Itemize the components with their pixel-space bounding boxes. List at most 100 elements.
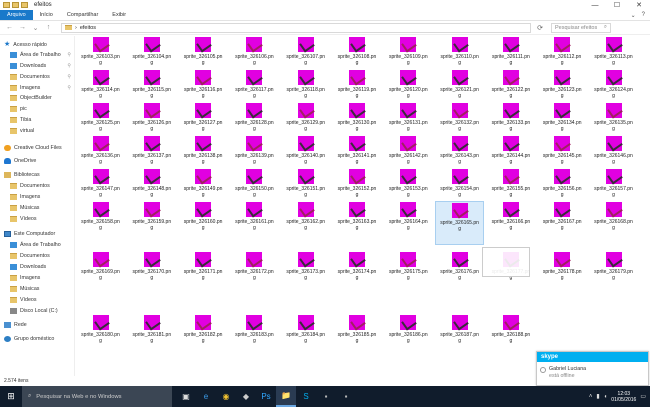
up-button[interactable]: ↑: [44, 24, 53, 32]
file-item[interactable]: sprite_326174.pn g: [333, 251, 382, 295]
tab-share[interactable]: Compartilhar: [60, 10, 105, 20]
file-name: sprite_326112.pn g: [543, 54, 582, 66]
tab-file[interactable]: Arquivo: [0, 10, 33, 20]
sidebar-item[interactable]: Grupo doméstico: [4, 334, 75, 343]
chrome-icon[interactable]: ◉: [216, 386, 236, 407]
unity-icon[interactable]: ◆: [236, 386, 256, 407]
properties-icon[interactable]: [12, 2, 19, 8]
refresh-button[interactable]: ⟳: [535, 24, 545, 32]
skype-icon[interactable]: S: [296, 386, 316, 407]
volume-icon[interactable]: ◖: [604, 394, 608, 400]
folder-icon[interactable]: [3, 2, 10, 8]
sidebar-item[interactable]: Músicas: [10, 284, 75, 293]
sidebar-item-label: Documentos: [20, 182, 50, 189]
file-item[interactable]: sprite_326175.pn g: [384, 251, 433, 295]
sidebar-item[interactable]: Documentos: [10, 251, 75, 260]
sidebar-item[interactable]: Creative Cloud Files: [4, 143, 75, 152]
file-item[interactable]: sprite_326181.pn g: [127, 314, 176, 358]
tab-home[interactable]: Início: [33, 10, 60, 20]
sidebar-item[interactable]: Área de Trabalho ⚲: [10, 50, 75, 59]
file-item[interactable]: sprite_326172.pn g: [230, 251, 279, 295]
file-item[interactable]: sprite_326187.pn g: [435, 314, 484, 358]
sidebar-item[interactable]: Área de Trabalho: [10, 240, 75, 249]
file-item[interactable]: sprite_326163.pn g: [333, 201, 382, 245]
file-item[interactable]: sprite_326185.pn g: [333, 314, 382, 358]
file-item[interactable]: sprite_326164.pn g: [384, 201, 433, 245]
skype-notification[interactable]: skype Gabriel Luciana está offline: [536, 351, 649, 386]
sidebar-item[interactable]: Vídeos: [10, 214, 75, 223]
sidebar-item[interactable]: Vídeos: [10, 295, 75, 304]
forward-button[interactable]: →: [18, 24, 27, 32]
expand-ribbon-icon[interactable]: ⌄: [631, 12, 636, 19]
tab-view[interactable]: Exibir: [105, 10, 133, 20]
new-folder-icon[interactable]: [21, 2, 28, 8]
close-button[interactable]: ✕: [628, 0, 650, 10]
notifications-icon[interactable]: ▭: [640, 393, 646, 400]
sidebar-item[interactable]: Imagens: [10, 192, 75, 201]
file-item[interactable]: sprite_326168.pn g: [589, 201, 638, 245]
file-item[interactable]: sprite_326161.pn g: [230, 201, 279, 245]
edge-icon[interactable]: e: [196, 386, 216, 407]
file-item[interactable]: sprite_326167.pn g: [538, 201, 587, 245]
file-item[interactable]: sprite_326186.pn g: [384, 314, 433, 358]
taskbar-search[interactable]: ⌕ Pesquisar na Web e no Windows: [22, 386, 172, 407]
image-thumbnail-icon: [349, 37, 365, 52]
sidebar-item[interactable]: virtual: [10, 126, 75, 135]
clock[interactable]: 12:03 01/05/2016: [611, 391, 636, 403]
sidebar-item[interactable]: Músicas: [10, 203, 75, 212]
help-button[interactable]: ?: [642, 12, 645, 18]
maximize-button[interactable]: ☐: [606, 0, 628, 10]
sidebar-item[interactable]: Tibia: [10, 115, 75, 124]
back-button[interactable]: ←: [5, 24, 14, 32]
sidebar-item[interactable]: Imagens ⚲: [10, 83, 75, 92]
sidebar-item[interactable]: ★ Acesso rápido: [4, 40, 75, 49]
photoshop-icon[interactable]: Ps: [256, 386, 276, 407]
file-item[interactable]: sprite_326182.pn g: [179, 314, 228, 358]
task-view-icon[interactable]: ▣: [176, 386, 196, 407]
sidebar-item[interactable]: Documentos ⚲: [10, 72, 75, 81]
file-item[interactable]: sprite_326173.pn g: [281, 251, 330, 295]
path-field[interactable]: › efeitos: [61, 22, 531, 33]
file-item[interactable]: sprite_326183.pn g: [230, 314, 279, 358]
chevron-right-icon[interactable]: ›: [75, 25, 77, 31]
file-name: sprite_326127.pn g: [183, 120, 223, 132]
recent-locations-button[interactable]: ⌄: [31, 24, 40, 32]
sidebar-item[interactable]: Downloads ⚲: [10, 61, 75, 70]
file-item[interactable]: sprite_326159.pn g: [127, 201, 176, 245]
sidebar-item[interactable]: Este Computador: [4, 229, 75, 238]
file-item[interactable]: sprite_326176.pn g: [435, 251, 484, 295]
app-icon[interactable]: ▪: [316, 386, 336, 407]
file-item[interactable]: sprite_326188.pn g: [486, 314, 535, 358]
chevron-up-icon[interactable]: ˄: [589, 394, 593, 400]
file-item[interactable]: sprite_326184.pn g: [281, 314, 330, 358]
file-item[interactable]: sprite_326179.pn g: [589, 251, 638, 295]
sidebar-item[interactable]: Bibliotecas: [4, 170, 75, 179]
file-item[interactable]: sprite_326178.pn g: [538, 251, 587, 295]
sidebar-item[interactable]: pic: [10, 104, 75, 113]
breadcrumb[interactable]: efeitos: [80, 25, 96, 31]
file-explorer-icon[interactable]: 📁: [276, 386, 296, 407]
start-button[interactable]: ⊞: [0, 386, 22, 407]
file-name: sprite_326152.pn g: [337, 186, 377, 198]
sidebar-item[interactable]: Disco Local (C:): [10, 306, 75, 315]
sidebar-item[interactable]: Downloads: [10, 262, 75, 271]
file-item[interactable]: sprite_326166.pn g: [486, 201, 535, 245]
sidebar-item[interactable]: ObjectBuilder: [10, 93, 75, 102]
sidebar-item[interactable]: Imagens: [10, 273, 75, 282]
sidebar-item[interactable]: OneDrive: [4, 156, 75, 165]
file-name: sprite_326110.pn g: [440, 54, 479, 66]
file-item[interactable]: sprite_326180.pn g: [76, 314, 125, 358]
search-input[interactable]: Pesquisar efeitos ⌕: [551, 22, 611, 33]
file-item[interactable]: sprite_326162.pn g: [281, 201, 330, 245]
network-icon[interactable]: ▮: [596, 393, 599, 400]
file-item[interactable]: sprite_326165.pn g: [435, 201, 485, 245]
file-item[interactable]: sprite_326170.pn g: [127, 251, 176, 295]
file-item[interactable]: sprite_326158.pn g: [76, 201, 125, 245]
minimize-button[interactable]: —: [584, 0, 606, 10]
app-icon[interactable]: ▪: [336, 386, 356, 407]
file-item[interactable]: sprite_326171.pn g: [179, 251, 228, 295]
sidebar-item[interactable]: Rede: [4, 320, 75, 329]
sidebar-item[interactable]: Documentos: [10, 181, 75, 190]
file-item[interactable]: sprite_326160.pn g: [179, 201, 228, 245]
file-item[interactable]: sprite_326169.pn g: [76, 251, 125, 295]
